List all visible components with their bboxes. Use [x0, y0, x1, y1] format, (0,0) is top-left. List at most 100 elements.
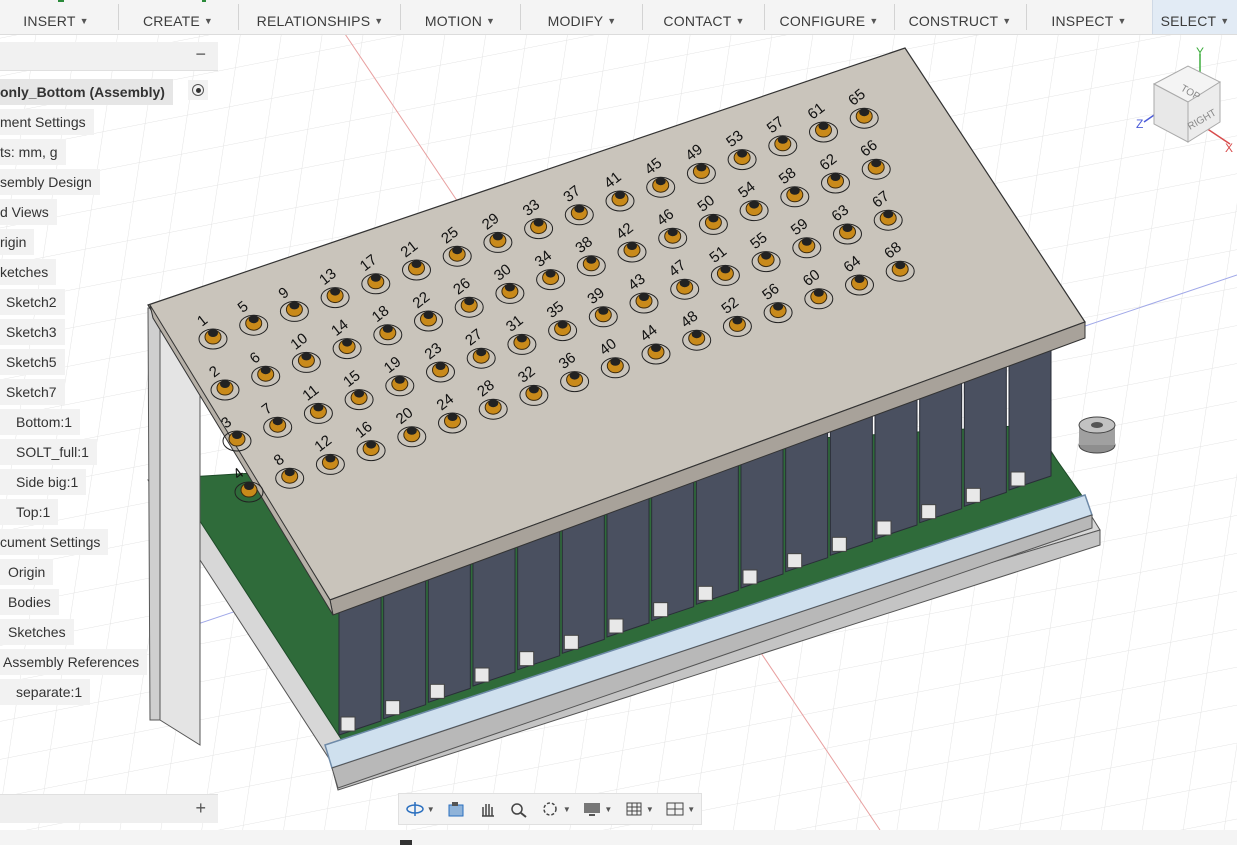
connector-pin: [313, 403, 324, 412]
chevron-down-icon: ▼: [374, 16, 384, 26]
chevron-down-icon: ▼: [645, 804, 654, 814]
browser-node[interactable]: d Views: [0, 199, 57, 225]
look-at-button[interactable]: [446, 800, 466, 818]
modify-menu[interactable]: MODIFY ▼: [526, 0, 638, 34]
browser-node[interactable]: Bodies: [0, 589, 59, 615]
viewcube[interactable]: TOP RIGHT Y X Z: [1130, 44, 1235, 159]
browser-node[interactable]: ts: mm, g: [0, 139, 66, 165]
relationships-menu[interactable]: RELATIONSHIPS ▼: [244, 0, 396, 34]
configure-menu[interactable]: CONFIGURE ▼: [770, 0, 888, 34]
card-connector: [787, 553, 803, 569]
browser-node[interactable]: separate:1: [0, 679, 91, 705]
connector-pin: [342, 338, 353, 347]
browser-node[interactable]: ketches: [0, 259, 57, 285]
browser-node[interactable]: Top:1: [0, 499, 59, 525]
toolbar-divider: [894, 4, 895, 30]
motion-menu[interactable]: MOTION ▼: [406, 0, 514, 34]
modify-icon: [548, 0, 608, 4]
browser-node[interactable]: SOLT_full:1: [0, 439, 97, 465]
plus-icon[interactable]: +: [195, 798, 206, 819]
card-connector: [697, 585, 713, 601]
chevron-down-icon: ▼: [79, 16, 89, 26]
connector-pin: [651, 344, 661, 352]
connector-pin: [394, 375, 405, 384]
inspect-menu[interactable]: INSPECT ▼: [1032, 0, 1146, 34]
pan-button[interactable]: [478, 800, 498, 818]
connector-pin: [533, 218, 544, 227]
x-axis-label: X: [1225, 141, 1233, 155]
connector-pin: [761, 251, 772, 260]
insert-menu[interactable]: INSERT ▼: [8, 0, 104, 34]
construct-menu[interactable]: CONSTRUCT ▼: [900, 0, 1020, 34]
grid-icon: [626, 802, 642, 816]
browser-node[interactable]: Sketch3: [0, 319, 65, 345]
chevron-down-icon: ▼: [486, 16, 496, 26]
minus-icon[interactable]: −: [195, 44, 206, 65]
browser-node[interactable]: Sketches: [0, 619, 74, 645]
connector-pin: [452, 246, 463, 255]
browser-node[interactable]: Bottom:1: [0, 409, 81, 435]
card-slot: [338, 594, 382, 736]
standoff-part: [1078, 416, 1116, 454]
connector-pin: [476, 348, 487, 357]
browser-node[interactable]: Sketch2: [0, 289, 65, 315]
toolbar-divider: [118, 4, 119, 30]
card-connector: [742, 569, 758, 585]
display-settings-button[interactable]: ▼: [582, 800, 612, 818]
card-slot: [383, 576, 427, 720]
connector-pin: [488, 399, 499, 408]
fit-icon: [543, 802, 557, 816]
viewports-button[interactable]: ▼: [665, 800, 695, 818]
chevron-down-icon: ▼: [1002, 16, 1012, 26]
connector-pin: [883, 210, 894, 219]
browser-node[interactable]: rigin: [0, 229, 35, 255]
chevron-down-icon: ▼: [1220, 16, 1230, 26]
insert-icon: [58, 0, 64, 2]
connector-pin: [749, 200, 760, 209]
chevron-down-icon: ▼: [426, 804, 435, 814]
connector-pin: [423, 311, 434, 319]
chevron-down-icon: ▼: [869, 16, 879, 26]
create-menu[interactable]: CREATE ▼: [124, 0, 232, 34]
connector-pin: [691, 330, 702, 339]
grid-button[interactable]: ▼: [624, 800, 654, 818]
connector-pin: [679, 279, 690, 288]
browser-node[interactable]: Sketch5: [0, 349, 65, 375]
select-menu[interactable]: SELECT ▼: [1152, 0, 1237, 34]
orbit-button[interactable]: ▼: [405, 800, 435, 818]
activate-radio-button[interactable]: [188, 80, 208, 100]
contact-menu[interactable]: CONTACT ▼: [648, 0, 760, 34]
fit-button[interactable]: ▼: [541, 800, 571, 818]
browser-node[interactable]: Sketch7: [0, 379, 65, 405]
browser-node[interactable]: cument Settings: [0, 529, 109, 555]
card-connector: [876, 520, 892, 536]
toolbar-divider: [642, 4, 643, 30]
connector-pin: [708, 214, 719, 223]
browser-node[interactable]: ment Settings: [0, 109, 94, 135]
select-icon: [1183, 0, 1213, 4]
connector-pin: [871, 159, 882, 168]
contact-icon: [658, 0, 718, 4]
toolbar-divider: [1026, 4, 1027, 30]
zoom-button[interactable]: [509, 800, 529, 818]
connector-pin: [813, 288, 824, 297]
browser-node-root[interactable]: only_Bottom (Assembly): [0, 79, 173, 105]
connector-pin: [854, 275, 865, 283]
browser-node[interactable]: sembly Design: [0, 169, 100, 195]
browser-node[interactable]: Side big:1: [0, 469, 87, 495]
connector-pin: [895, 261, 906, 270]
connector-pin: [411, 260, 422, 268]
configure-icon: [804, 0, 854, 4]
browser-node[interactable]: Assembly References: [0, 649, 148, 675]
display-settings-icon: [584, 803, 601, 816]
chevron-down-icon: ▼: [1117, 16, 1127, 26]
connector-pin: [777, 135, 788, 144]
connector-pin: [557, 320, 568, 329]
browser-node[interactable]: Origin: [0, 559, 54, 585]
connector-pin: [545, 269, 556, 278]
card-connector: [831, 536, 847, 552]
status-indicator: [400, 840, 412, 845]
browser-panel: − only_Bottom (Assembly) ment Settings t…: [0, 34, 218, 834]
inspect-icon: [1102, 0, 1132, 4]
connector-pin: [504, 283, 515, 292]
